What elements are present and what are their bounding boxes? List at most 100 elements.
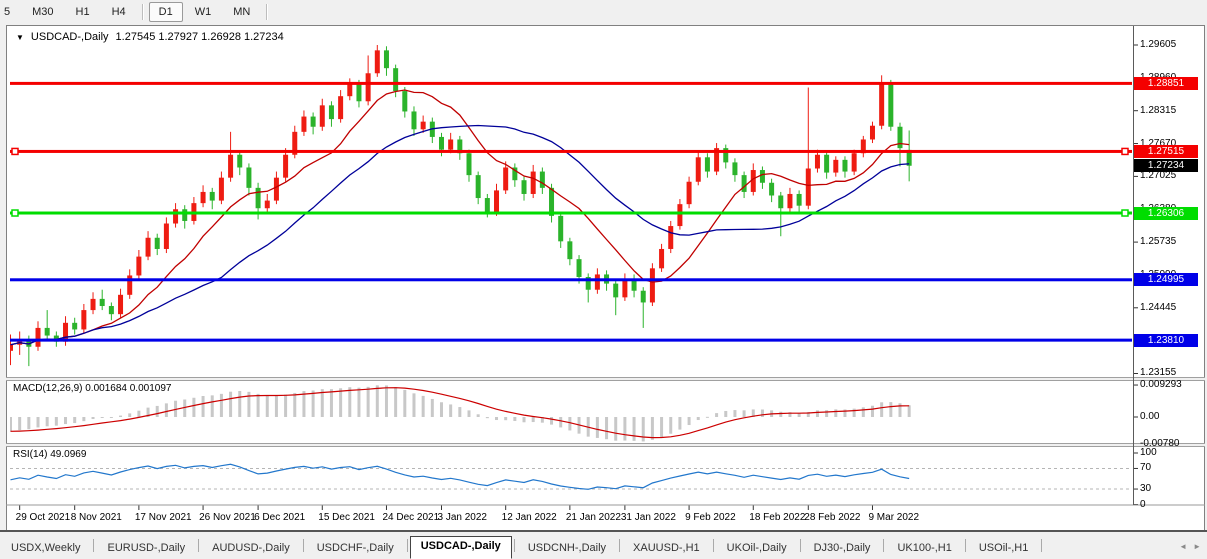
candle: [118, 289, 123, 318]
candle: [283, 148, 288, 182]
candle: [228, 132, 233, 182]
candle: [136, 250, 141, 280]
date-label: 9 Mar 2022: [868, 512, 919, 523]
candle: [467, 150, 472, 182]
candle: [36, 321, 41, 351]
candle: [732, 158, 737, 181]
date-label: 21 Jan 2022: [566, 512, 621, 523]
date-label: 31 Jan 2022: [621, 512, 676, 523]
candle: [558, 212, 563, 248]
tab-dj30-daily[interactable]: DJ30-,Daily: [803, 538, 882, 558]
chart-tab-bar: USDX,WeeklyEURUSD-,DailyAUDUSD-,DailyUSD…: [0, 532, 1207, 559]
candle: [696, 152, 701, 185]
candle: [476, 172, 481, 205]
tab-usdcnh-daily[interactable]: USDCNH-,Daily: [517, 538, 617, 558]
candle: [769, 179, 774, 202]
macd-label: MACD(12,26,9) 0.001684 0.001097: [13, 383, 171, 394]
candle: [91, 292, 96, 314]
candle: [622, 273, 627, 301]
rsi-name: RSI(14): [13, 449, 47, 460]
candle: [512, 163, 517, 186]
candle: [668, 221, 673, 253]
tab-separator: [514, 539, 515, 552]
candle: [173, 203, 178, 227]
tab-separator: [883, 539, 884, 552]
candle: [237, 151, 242, 175]
candle: [347, 78, 352, 100]
candle: [659, 244, 664, 272]
hline-1-24995[interactable]: [10, 278, 1132, 281]
candle: [219, 172, 224, 205]
tab-uk100-h1[interactable]: UK100-,H1: [886, 538, 962, 558]
candle: [155, 234, 160, 255]
tab-audusd-daily[interactable]: AUDUSD-,Daily: [201, 538, 301, 558]
macd-signal-value: 0.001097: [130, 383, 172, 394]
candle: [787, 188, 792, 212]
tab-usdcad-daily[interactable]: USDCAD-,Daily: [410, 536, 512, 559]
chart-bottom-edge: [0, 530, 1207, 532]
hline-1-28851[interactable]: [10, 82, 1132, 85]
tab-separator: [407, 539, 408, 552]
tab-xauusd-h1[interactable]: XAUUSD-,H1: [622, 538, 711, 558]
candle: [421, 116, 426, 133]
candle: [81, 304, 86, 333]
candle: [907, 130, 912, 181]
hline-1-23810[interactable]: [10, 339, 1132, 342]
candle: [292, 126, 297, 159]
rsi-tick-label: 30: [1140, 483, 1151, 494]
price-tick-label: 1.25735: [1140, 236, 1176, 247]
date-label: 8 Nov 2021: [71, 512, 122, 523]
tab-separator: [93, 539, 94, 552]
candle: [127, 269, 132, 299]
candle: [613, 280, 618, 316]
candle: [632, 274, 637, 297]
chart-ohlc-values: 1.27545 1.27927 1.26928 1.27234: [116, 31, 284, 43]
candle: [705, 153, 710, 177]
candle: [714, 143, 719, 175]
candle: [687, 177, 692, 209]
candle: [320, 99, 325, 131]
chart-canvas[interactable]: [0, 0, 1207, 559]
rsi-value: 49.0969: [50, 449, 86, 460]
tab-usdx-weekly[interactable]: USDX,Weekly: [0, 538, 91, 558]
hline-1-27515[interactable]: [10, 148, 1132, 154]
panel-splitter-macd[interactable]: [6, 377, 1205, 381]
candle: [329, 101, 334, 126]
hline-handle[interactable]: [1122, 148, 1128, 154]
chart-symbol-label: USDCAD-,Daily: [31, 31, 109, 43]
price-tick-label: 1.29605: [1140, 39, 1176, 50]
candle: [586, 273, 591, 302]
date-label: 18 Feb 2022: [749, 512, 805, 523]
candle: [760, 166, 765, 188]
candles-series: [8, 45, 912, 366]
candle: [430, 118, 435, 143]
tab-usdchf-daily[interactable]: USDCHF-,Daily: [306, 538, 405, 558]
candle: [311, 112, 316, 134]
tab-usoil-h1[interactable]: USOil-,H1: [968, 538, 1040, 558]
date-label: 26 Nov 2021: [199, 512, 256, 523]
candle: [402, 87, 407, 118]
candle: [246, 163, 251, 195]
candle: [815, 150, 820, 173]
candle: [45, 310, 50, 340]
hline-handle[interactable]: [12, 210, 18, 216]
chart-marker-icon: ▼: [16, 33, 24, 42]
tabs-scroll-left-icon[interactable]: ◄: [1179, 542, 1193, 559]
tab-eurusd-daily[interactable]: EURUSD-,Daily: [96, 538, 196, 558]
hline-handle[interactable]: [12, 148, 18, 154]
candle: [265, 194, 270, 214]
hline-1-26306[interactable]: [10, 210, 1132, 216]
tab-separator: [198, 539, 199, 552]
price-axis-line: [1133, 26, 1134, 505]
date-label: 6 Dec 2021: [254, 512, 305, 523]
tabs-scroll-right-icon[interactable]: ►: [1193, 542, 1207, 559]
price-tick-label: 1.23155: [1140, 367, 1176, 378]
price-tick-label: 1.24445: [1140, 302, 1176, 313]
candle: [100, 290, 105, 310]
date-label: 17 Nov 2021: [135, 512, 192, 523]
macd-tick-label: 0.009293: [1140, 379, 1182, 390]
panel-splitter-rsi[interactable]: [6, 443, 1205, 447]
hline-handle[interactable]: [1122, 210, 1128, 216]
tab-ukoil-daily[interactable]: UKOil-,Daily: [716, 538, 798, 558]
candle: [650, 263, 655, 306]
